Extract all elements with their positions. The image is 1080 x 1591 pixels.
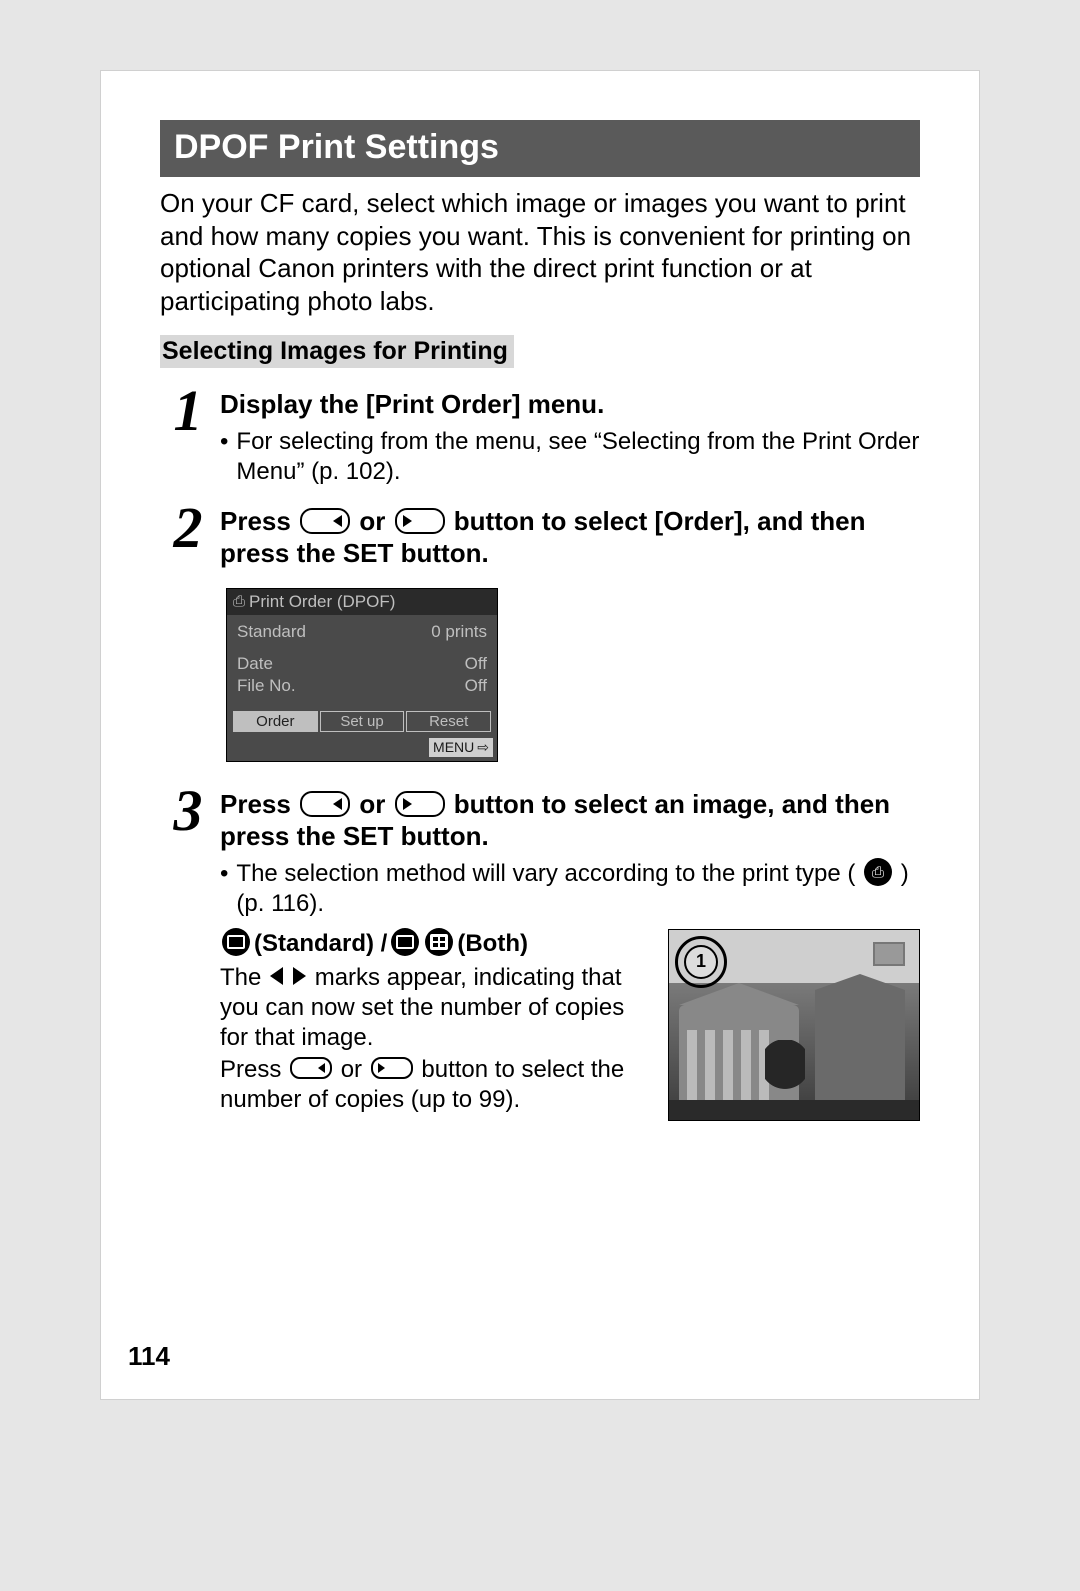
preview-thumb-icon: [873, 942, 905, 966]
lcd-print-order-screenshot: ⎙ Print Order (DPOF) Standard 0 prints D…: [226, 588, 498, 762]
step-3-subhead: (Standard) / (Both): [220, 929, 648, 959]
step-2-title-b: or: [359, 506, 392, 536]
right-button-icon: [395, 508, 445, 534]
step-3-body-2: Press or button to select the number of …: [220, 1055, 648, 1115]
step-3-body-a: The: [220, 964, 268, 991]
lcd1-tab-order: Order: [233, 711, 318, 732]
building-icon: [815, 990, 905, 1100]
left-button-icon: [300, 791, 350, 817]
lcd-image-preview-screenshot: 1: [668, 929, 920, 1121]
left-right-marks-icon: [270, 967, 306, 985]
step-1-number: 1: [160, 388, 216, 434]
step-3-sub-a: (Standard) /: [254, 929, 387, 959]
step-3-body-c-a: Press: [220, 1056, 288, 1083]
step-3-number: 3: [160, 788, 216, 834]
lcd1-row3-r: Off: [465, 676, 487, 696]
copies-badge: 1: [675, 936, 727, 988]
standard-mode-icon: [391, 928, 419, 956]
step-1-bullet: For selecting from the menu, see “Select…: [220, 427, 920, 487]
right-button-icon: [371, 1057, 413, 1079]
lcd1-row1-l: Standard: [237, 622, 306, 642]
index-mode-icon: [425, 928, 453, 956]
step-1: 1 Display the [Print Order] menu. For se…: [160, 388, 920, 487]
right-button-icon: [395, 791, 445, 817]
columns-icon: [687, 1030, 769, 1100]
manual-page: DPOF Print Settings On your CF card, sel…: [100, 70, 980, 1400]
left-button-icon: [300, 508, 350, 534]
lcd1-menu-button: MENU ⇨: [429, 738, 493, 757]
step-1-bullet-text: For selecting from the menu, see “Select…: [236, 427, 920, 487]
section-title: DPOF Print Settings: [160, 120, 920, 177]
step-3-sub-b: (Both): [457, 929, 528, 959]
lcd1-row3-l: File No.: [237, 676, 296, 696]
lcd1-tab-reset: Reset: [406, 711, 491, 732]
copies-value: 1: [684, 945, 718, 979]
lcd1-menu-icon: ⇨: [477, 739, 489, 756]
print-order-header-icon: ⎙: [233, 593, 245, 610]
step-3-bullet-a: The selection method will vary according…: [236, 860, 855, 887]
tree-icon: [765, 1040, 805, 1100]
step-1-title: Display the [Print Order] menu.: [220, 388, 920, 421]
lcd1-header-text: Print Order (DPOF): [249, 592, 395, 612]
step-2-title-a: Press: [220, 506, 298, 536]
lcd1-row-date: Date Off: [237, 653, 487, 675]
page-number: 114: [128, 1341, 170, 1372]
step-2: 2 Press or button to select [Order], and…: [160, 505, 920, 770]
step-3-title-b: or: [359, 789, 392, 819]
lcd1-row2-r: Off: [465, 654, 487, 674]
step-3-title-a: Press: [220, 789, 298, 819]
ground: [669, 1100, 919, 1120]
left-button-icon: [290, 1057, 332, 1079]
step-2-title: Press or button to select [Order], and t…: [220, 505, 920, 570]
step-3-bullet: The selection method will vary according…: [220, 859, 920, 919]
step-2-number: 2: [160, 505, 216, 551]
step-3-body-c-b: or: [341, 1056, 369, 1083]
step-3: 3 Press or button to select an image, an…: [160, 788, 920, 1121]
lcd1-header: ⎙ Print Order (DPOF): [227, 589, 497, 615]
step-3-title: Press or button to select an image, and …: [220, 788, 920, 853]
standard-mode-icon: [222, 928, 250, 956]
lcd1-row1-r: 0 prints: [431, 622, 487, 642]
lcd1-row-fileno: File No. Off: [237, 675, 487, 697]
lcd1-row-standard: Standard 0 prints: [237, 621, 487, 643]
print-type-icon: ⎙: [864, 858, 892, 886]
step-3-body-1: The marks appear, indicating that you ca…: [220, 963, 648, 1053]
intro-text: On your CF card, select which image or i…: [160, 187, 920, 317]
lcd1-menu-text: MENU: [433, 739, 474, 755]
sub-heading: Selecting Images for Printing: [160, 335, 514, 368]
lcd1-row2-l: Date: [237, 654, 273, 674]
lcd1-tab-setup: Set up: [320, 711, 405, 732]
